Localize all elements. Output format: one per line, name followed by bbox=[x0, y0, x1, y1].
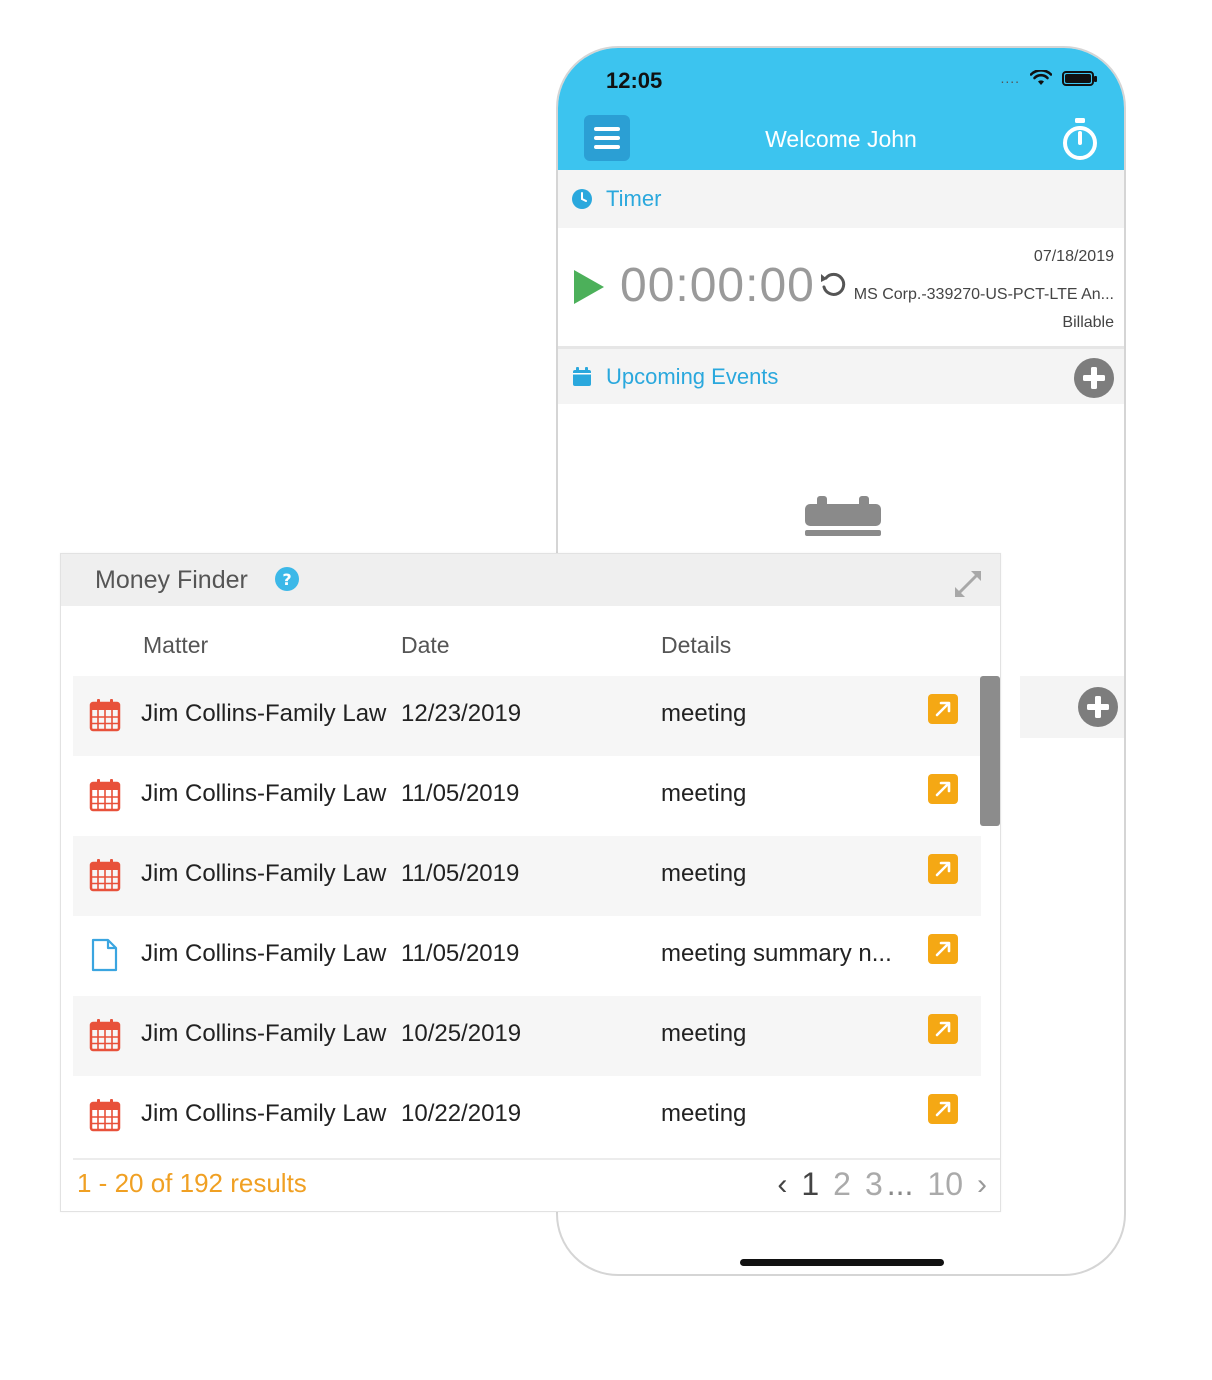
date-cell: 10/25/2019 bbox=[401, 1020, 522, 1047]
open-entry-button[interactable] bbox=[928, 934, 958, 964]
timer-date: 07/18/2019 bbox=[1033, 248, 1114, 265]
open-entry-button[interactable] bbox=[928, 774, 958, 804]
details-cell: meeting bbox=[661, 780, 747, 807]
table-row[interactable]: Jim Collins-Family Law 10/25/2019 meetin… bbox=[73, 996, 981, 1076]
arrow-up-right-icon bbox=[935, 1101, 951, 1117]
calendar-icon bbox=[89, 699, 121, 732]
reset-icon[interactable] bbox=[818, 270, 848, 300]
status-icons: .... bbox=[1000, 70, 1097, 86]
empty-calendar-icon bbox=[805, 496, 881, 536]
table-row[interactable]: Jim Collins-Family Law 11/05/2019 meetin… bbox=[73, 756, 981, 836]
calendar-icon bbox=[89, 859, 121, 892]
matter-cell: Jim Collins-Family Law bbox=[141, 1020, 387, 1047]
phone-header: 12:05 .... Welcome John bbox=[558, 48, 1124, 170]
date-cell: 10/22/2019 bbox=[401, 1100, 522, 1127]
phone-lower-section bbox=[1020, 676, 1124, 738]
arrow-up-right-icon bbox=[935, 1021, 951, 1037]
page-1-link[interactable]: 1 bbox=[801, 1166, 819, 1203]
timer-section-header[interactable]: Timer bbox=[558, 170, 1124, 228]
next-page-button[interactable]: › bbox=[977, 1168, 987, 1202]
timer-matter: MS Corp.-339270-US-PCT-LTE An... bbox=[853, 286, 1114, 303]
upcoming-events-label: Upcoming Events bbox=[606, 363, 779, 389]
table-row[interactable]: Jim Collins-Family Law 12/23/2019 meetin… bbox=[73, 676, 981, 756]
timer-billing-status: Billable bbox=[1062, 314, 1114, 331]
details-cell: meeting bbox=[661, 860, 747, 887]
timer-panel: 00:00:00 07/18/2019 MS Corp.-339270-US-P… bbox=[558, 228, 1124, 344]
expand-icon[interactable] bbox=[952, 568, 984, 600]
matter-cell: Jim Collins-Family Law bbox=[141, 860, 387, 887]
matter-cell: Jim Collins-Family Law bbox=[141, 1100, 387, 1127]
date-cell: 11/05/2019 bbox=[401, 780, 520, 807]
svg-text:?: ? bbox=[282, 570, 291, 589]
column-header-matter[interactable]: Matter bbox=[143, 632, 208, 659]
prev-page-button[interactable]: ‹ bbox=[777, 1168, 787, 1202]
results-count: 1 - 20 of 192 results bbox=[77, 1168, 307, 1198]
help-icon[interactable]: ? bbox=[274, 566, 300, 592]
money-finder-header: Money Finder ? bbox=[61, 554, 1000, 606]
column-header-details[interactable]: Details bbox=[661, 632, 731, 659]
scrollbar-thumb[interactable] bbox=[980, 676, 1000, 826]
home-indicator bbox=[740, 1259, 944, 1266]
details-cell: meeting bbox=[661, 1020, 747, 1047]
date-cell: 12/23/2019 bbox=[401, 700, 522, 727]
wifi-icon bbox=[1030, 70, 1052, 85]
welcome-title: Welcome John bbox=[765, 126, 917, 152]
money-finder-table: Jim Collins-Family Law 12/23/2019 meetin… bbox=[73, 676, 981, 1156]
battery-icon bbox=[1062, 70, 1097, 86]
open-entry-button[interactable] bbox=[928, 694, 958, 724]
stopwatch-icon[interactable] bbox=[1060, 116, 1100, 162]
money-finder-title: Money Finder bbox=[95, 566, 248, 594]
calendar-icon bbox=[89, 779, 121, 812]
open-entry-button[interactable] bbox=[928, 854, 958, 884]
open-entry-button[interactable] bbox=[928, 1094, 958, 1124]
timer-section-label: Timer bbox=[606, 186, 662, 211]
date-cell: 11/05/2019 bbox=[401, 860, 520, 887]
arrow-up-right-icon bbox=[935, 701, 951, 717]
column-header-date[interactable]: Date bbox=[401, 632, 450, 659]
table-footer: 1 - 20 of 192 results ‹ 1 2 3 ... 10 › bbox=[73, 1158, 1000, 1211]
clock-icon bbox=[572, 189, 592, 209]
table-row[interactable]: Jim Collins-Family Law 10/22/2019 meetin… bbox=[73, 1076, 981, 1156]
details-cell: meeting summary n... bbox=[661, 940, 892, 967]
calendar-icon bbox=[573, 366, 591, 386]
pagination-ellipsis: ... bbox=[886, 1166, 914, 1202]
add-item-icon[interactable] bbox=[1078, 687, 1118, 727]
money-finder-panel: Money Finder ? Matter Date Details Jim C… bbox=[60, 553, 1001, 1212]
calendar-icon bbox=[89, 1099, 121, 1132]
pagination: ‹ 1 2 3 ... 10 › bbox=[777, 1166, 987, 1203]
signal-icon: .... bbox=[1000, 70, 1020, 86]
date-cell: 11/05/2019 bbox=[401, 940, 520, 967]
matter-cell: Jim Collins-Family Law bbox=[141, 700, 387, 727]
arrow-up-right-icon bbox=[935, 781, 951, 797]
table-row[interactable]: Jim Collins-Family Law 11/05/2019 meetin… bbox=[73, 916, 981, 996]
arrow-up-right-icon bbox=[935, 861, 951, 877]
page-2-link[interactable]: 2 bbox=[833, 1166, 851, 1203]
play-icon[interactable] bbox=[572, 268, 606, 306]
add-event-icon[interactable] bbox=[1074, 358, 1114, 398]
details-cell: meeting bbox=[661, 1100, 747, 1127]
status-time: 12:05 bbox=[606, 68, 663, 93]
matter-cell: Jim Collins-Family Law bbox=[141, 940, 387, 967]
table-scrollbar[interactable] bbox=[980, 676, 1000, 826]
arrow-up-right-icon bbox=[935, 941, 951, 957]
matter-cell: Jim Collins-Family Law bbox=[141, 780, 387, 807]
page-3-link[interactable]: 3 bbox=[865, 1166, 883, 1203]
open-entry-button[interactable] bbox=[928, 1014, 958, 1044]
upcoming-events-header[interactable]: Upcoming Events bbox=[558, 346, 1124, 404]
table-row[interactable]: Jim Collins-Family Law 11/05/2019 meetin… bbox=[73, 836, 981, 916]
details-cell: meeting bbox=[661, 700, 747, 727]
page-10-link[interactable]: 10 bbox=[927, 1166, 963, 1203]
document-icon bbox=[91, 938, 118, 972]
calendar-icon bbox=[89, 1019, 121, 1052]
timer-display: 00:00:00 bbox=[620, 259, 815, 312]
